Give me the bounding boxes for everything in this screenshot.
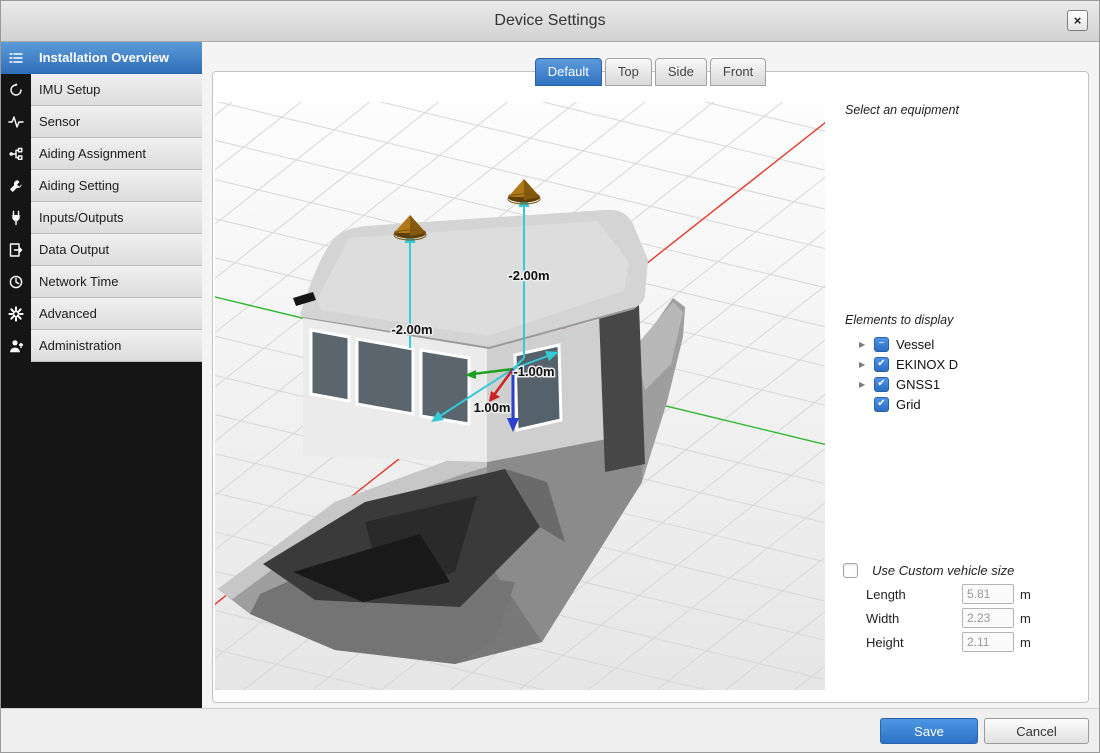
tab-top[interactable]: Top xyxy=(605,58,652,86)
expand-arrow-icon[interactable]: ▶ xyxy=(859,380,874,389)
tree-item-label: GNSS1 xyxy=(896,377,940,392)
dimension-row-length: Length m xyxy=(866,582,1031,606)
close-icon[interactable]: × xyxy=(1067,10,1088,31)
measurement-label: -2.00m xyxy=(391,322,432,337)
use-custom-vehicle-size[interactable]: Use Custom vehicle size xyxy=(843,563,1014,578)
save-button[interactable]: Save xyxy=(880,718,978,744)
tree-item-label: EKINOX D xyxy=(896,357,958,372)
dimension-row-width: Width m xyxy=(866,606,1031,630)
select-equipment-heading: Select an equipment xyxy=(845,103,959,117)
footer-bar: Save Cancel xyxy=(1,708,1099,752)
width-field[interactable] xyxy=(962,608,1014,628)
measurement-label: -2.00m xyxy=(508,268,549,283)
sidebar-item-label: Aiding Setting xyxy=(31,170,202,202)
sidebar-item-aiding-assignment[interactable]: Aiding Assignment xyxy=(1,138,202,170)
main-content: Default Top Side Front xyxy=(202,42,1099,709)
sidebar-item-label: Advanced xyxy=(31,298,202,330)
width-unit: m xyxy=(1020,611,1031,626)
tab-side[interactable]: Side xyxy=(655,58,707,86)
vehicle-dimensions: Length m Width m Height m xyxy=(866,582,1031,654)
export-icon xyxy=(1,234,31,266)
length-label: Length xyxy=(866,587,962,602)
sidebar-item-label: Sensor xyxy=(31,106,202,138)
measurement-label: -1.00m xyxy=(513,364,554,379)
checkbox-partial[interactable]: − xyxy=(874,337,889,352)
tab-default[interactable]: Default xyxy=(535,58,602,86)
gear-icon xyxy=(1,298,31,330)
sidebar-item-label: Data Output xyxy=(31,234,202,266)
checkbox-unchecked[interactable] xyxy=(843,563,858,578)
gnss-antenna-2[interactable] xyxy=(508,179,540,204)
titlebar: Device Settings × xyxy=(1,1,1099,42)
checkbox-checked[interactable]: ✔ xyxy=(874,377,889,392)
sidebar-item-label: Network Time xyxy=(31,266,202,298)
sidebar-item-imu-setup[interactable]: IMU Setup xyxy=(1,74,202,106)
window-title: Device Settings xyxy=(1,1,1099,41)
gyro-icon xyxy=(1,74,31,106)
nodes-icon xyxy=(1,138,31,170)
checklist-icon xyxy=(1,42,31,74)
height-unit: m xyxy=(1020,635,1031,650)
sidebar-item-network-time[interactable]: Network Time xyxy=(1,266,202,298)
tab-front[interactable]: Front xyxy=(710,58,766,86)
height-label: Height xyxy=(866,635,962,650)
wrench-icon xyxy=(1,170,31,202)
elements-to-display-heading: Elements to display xyxy=(845,313,953,327)
sidebar: Installation Overview IMU Setup Sensor A… xyxy=(1,42,202,709)
settings-panel: -2.00m -2.00m -1.00m 1.00m Select an equ… xyxy=(212,71,1089,703)
length-unit: m xyxy=(1020,587,1031,602)
height-field[interactable] xyxy=(962,632,1014,652)
sidebar-item-sensor[interactable]: Sensor xyxy=(1,106,202,138)
expand-arrow-icon[interactable]: ▶ xyxy=(859,340,874,349)
sidebar-item-aiding-setting[interactable]: Aiding Setting xyxy=(1,170,202,202)
3d-viewport[interactable]: -2.00m -2.00m -1.00m 1.00m xyxy=(215,102,825,690)
sidebar-item-data-output[interactable]: Data Output xyxy=(1,234,202,266)
sidebar-item-inputs-outputs[interactable]: Inputs/Outputs xyxy=(1,202,202,234)
tree-item-label: Grid xyxy=(896,397,921,412)
checkbox-checked[interactable]: ✔ xyxy=(874,357,889,372)
tree-item-gnss1[interactable]: ▶ ✔ GNSS1 xyxy=(859,374,958,394)
sidebar-item-label: Inputs/Outputs xyxy=(31,202,202,234)
cancel-button[interactable]: Cancel xyxy=(984,718,1089,744)
device-settings-window: Device Settings × Installation Overview … xyxy=(0,0,1100,753)
custom-size-label: Use Custom vehicle size xyxy=(872,563,1014,578)
dimension-row-height: Height m xyxy=(866,630,1031,654)
tree-item-grid[interactable]: ✔ Grid xyxy=(859,394,958,414)
view-tabs: Default Top Side Front xyxy=(202,58,1099,86)
sidebar-item-label: Installation Overview xyxy=(31,42,202,74)
sidebar-item-label: Administration xyxy=(31,330,202,362)
user-icon xyxy=(1,330,31,362)
sidebar-item-label: IMU Setup xyxy=(31,74,202,106)
sidebar-item-advanced[interactable]: Advanced xyxy=(1,298,202,330)
sidebar-item-administration[interactable]: Administration xyxy=(1,330,202,362)
checkbox-checked[interactable]: ✔ xyxy=(874,397,889,412)
tree-item-ekinox-d[interactable]: ▶ ✔ EKINOX D xyxy=(859,354,958,374)
sidebar-item-label: Aiding Assignment xyxy=(31,138,202,170)
plug-icon xyxy=(1,202,31,234)
tree-item-vessel[interactable]: ▶ − Vessel xyxy=(859,334,958,354)
display-elements-tree: ▶ − Vessel ▶ ✔ EKINOX D ▶ ✔ GNSS1 ✔ xyxy=(859,334,958,414)
clock-icon xyxy=(1,266,31,298)
expand-arrow-icon[interactable]: ▶ xyxy=(859,360,874,369)
tree-item-label: Vessel xyxy=(896,337,934,352)
width-label: Width xyxy=(866,611,962,626)
measurement-label: 1.00m xyxy=(474,400,511,415)
waveform-icon xyxy=(1,106,31,138)
length-field[interactable] xyxy=(962,584,1014,604)
sidebar-item-installation-overview[interactable]: Installation Overview xyxy=(1,42,202,74)
vessel-model[interactable] xyxy=(218,210,685,664)
3d-scene: -2.00m -2.00m -1.00m 1.00m xyxy=(215,102,825,690)
